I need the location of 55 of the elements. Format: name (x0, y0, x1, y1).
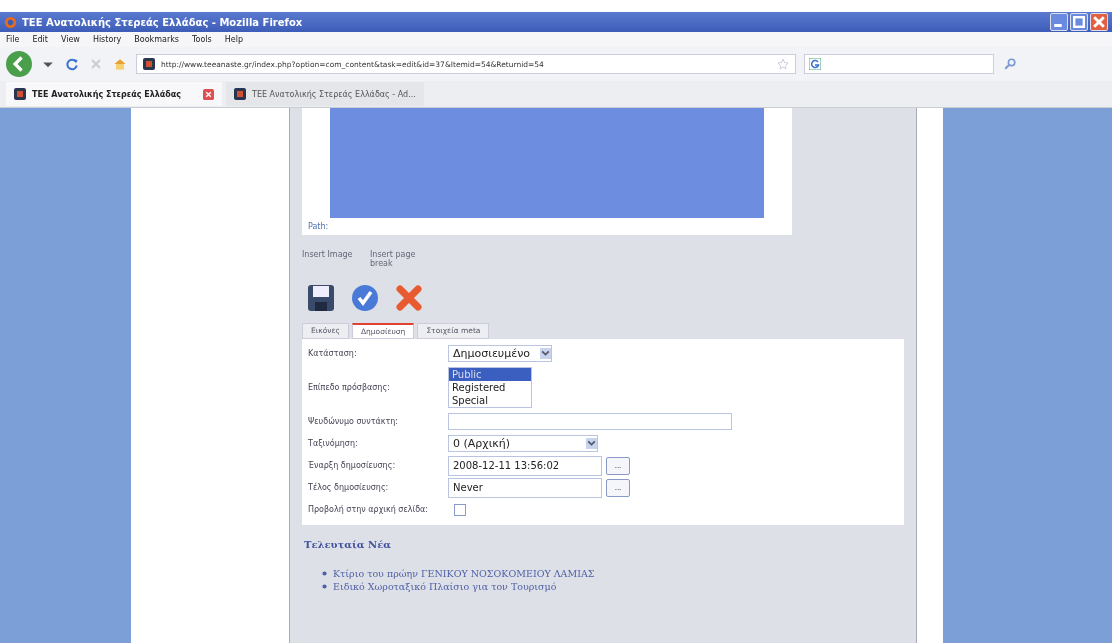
close-icon (1091, 14, 1107, 30)
site-icon (234, 88, 247, 100)
site-icon (143, 58, 155, 70)
close-button[interactable] (1090, 13, 1108, 31)
news-link[interactable]: Ειδικό Χωροταξικό Πλαίσιο για τον Τουρισμό (333, 580, 557, 592)
list-box[interactable]: Public Registered Special (448, 367, 532, 409)
field-label: Προβολή στην αρχική σελίδα: (308, 505, 429, 515)
bullet-icon (322, 570, 327, 576)
browser-tab[interactable]: ΤΕΕ Ανατολικής Στερεάς Ελλάδας (6, 82, 223, 106)
minimize-button[interactable] (1050, 13, 1068, 31)
check-icon[interactable] (350, 282, 380, 313)
tab-close-icon[interactable] (203, 88, 215, 100)
dropdown[interactable]: Δημοσιευμένο (448, 345, 552, 363)
menu-item[interactable]: File (6, 35, 20, 44)
maximize-button[interactable] (1070, 13, 1088, 31)
menu-item[interactable]: Bookmarks (134, 35, 180, 44)
field-label: Τέλος δημοσίευσης: (308, 483, 390, 493)
list-option[interactable]: Public (449, 368, 531, 382)
site-icon (14, 88, 26, 100)
back-button[interactable] (6, 51, 32, 77)
input-field[interactable] (448, 413, 732, 431)
field-label: Επίπεδο πρόσβασης: (308, 383, 391, 393)
field-label: Έναρξη δημοσίευσης: (308, 461, 397, 471)
date-field[interactable]: 2008-12-11 13:56:02 (448, 455, 602, 476)
news-link[interactable]: Κτίριο του πρώην ΓΕΝΙΚΟΥ ΝΟΣΟΚΟΜΕΙΟΥ ΛΑΜΙΑΣ (333, 567, 595, 579)
editor-button[interactable]: Insert page break (370, 251, 430, 269)
checkbox[interactable] (454, 503, 466, 516)
list-option[interactable]: Special (449, 394, 531, 408)
search-icon[interactable] (1002, 56, 1018, 72)
star-icon[interactable] (777, 58, 789, 70)
path-label: Path: (307, 221, 330, 233)
maximize-icon (1071, 14, 1087, 30)
cross-icon[interactable] (394, 282, 424, 313)
menu-item[interactable]: Tools (192, 35, 212, 44)
date-field[interactable]: Never (448, 477, 602, 498)
bullet-icon (322, 583, 327, 589)
menu-item[interactable]: Help (224, 35, 243, 44)
window-title: ΤΕΕ Ανατολικής Στερεάς Ελλάδας - Mozilla Firefox (22, 16, 304, 28)
field-label: Ταξινόμηση: (308, 439, 359, 449)
list-option[interactable]: Registered (449, 381, 531, 395)
menu-item[interactable]: History (92, 35, 122, 44)
date-picker-button[interactable]: ... (606, 478, 630, 497)
editor-button[interactable]: Insert Image (302, 251, 362, 269)
field-label: Ψευδώνυμο συντάκτη: (308, 417, 400, 427)
menu-item[interactable]: View (60, 35, 80, 44)
search-engine-icon (809, 58, 821, 70)
dropdown[interactable]: 0 (Αρχική) (448, 435, 598, 453)
minimize-icon (1054, 24, 1062, 27)
section-heading: Τελευταία Νέα (304, 538, 391, 550)
browser-tab[interactable]: ΤΕΕ Ανατολικής Στερεάς Ελλάδας - Ad... (226, 82, 424, 106)
menu-item[interactable]: Edit (32, 35, 48, 44)
reload-icon[interactable] (64, 56, 80, 72)
date-picker-button[interactable]: ... (606, 456, 630, 475)
search-field[interactable] (804, 54, 994, 74)
field-label: Κατάσταση: (308, 349, 358, 359)
